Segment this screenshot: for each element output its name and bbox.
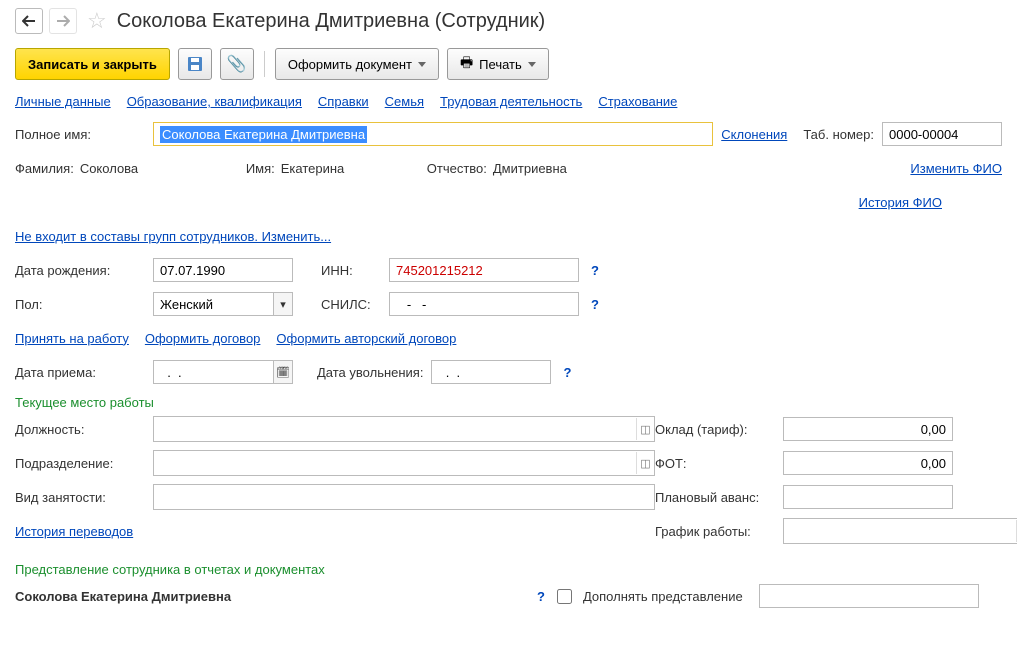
tab-number-label: Таб. номер: <box>803 127 874 142</box>
inn-label: ИНН: <box>321 263 381 278</box>
representation-help-icon[interactable]: ? <box>537 589 545 604</box>
chevron-down-icon <box>528 62 536 67</box>
gender-select[interactable]: ▾ <box>153 292 293 316</box>
fire-date-label: Дата увольнения: <box>317 365 423 380</box>
page-title: Соколова Екатерина Дмитриевна (Сотрудник… <box>117 10 546 33</box>
tab-family[interactable]: Семья <box>385 94 424 109</box>
advance-label: Плановый аванс: <box>655 490 775 505</box>
inn-help-icon[interactable]: ? <box>591 263 599 278</box>
fullname-label: Полное имя: <box>15 127 145 142</box>
department-input[interactable] <box>154 451 636 475</box>
hire-link[interactable]: Принять на работу <box>15 331 129 346</box>
save-and-close-button[interactable]: Записать и закрыть <box>15 48 170 80</box>
favorite-star-icon[interactable]: ☆ <box>87 8 107 34</box>
patronymic-label: Отчество: <box>427 161 487 176</box>
create-document-menu[interactable]: Оформить документ <box>275 48 439 80</box>
representation-name: Соколова Екатерина Дмитриевна <box>15 589 525 604</box>
floppy-icon <box>187 56 203 72</box>
declension-link[interactable]: Склонения <box>721 127 787 142</box>
attachment-button[interactable]: 📎 <box>220 48 254 80</box>
toolbar-separator <box>264 51 265 77</box>
current-work-section-title: Текущее место работы <box>15 395 1002 410</box>
open-icon[interactable]: ◫ <box>636 452 654 474</box>
fio-history-link[interactable]: История ФИО <box>859 195 942 210</box>
tab-personal[interactable]: Личные данные <box>15 94 111 109</box>
firstname-value: Екатерина <box>281 161 421 176</box>
print-label: Печать <box>479 57 522 72</box>
calendar-icon[interactable]: 🗓 <box>273 360 293 384</box>
chevron-down-icon[interactable]: ▾ <box>273 292 293 316</box>
fot-label: ФОТ: <box>655 456 775 471</box>
extend-representation-label: Дополнять представление <box>583 589 743 604</box>
employment-type-label: Вид занятости: <box>15 490 145 505</box>
birthdate-label: Дата рождения: <box>15 263 145 278</box>
paperclip-icon: 📎 <box>227 54 247 74</box>
surname-label: Фамилия: <box>15 161 74 176</box>
snils-label: СНИЛС: <box>321 297 381 312</box>
schedule-input[interactable] <box>784 519 1016 543</box>
extend-representation-checkbox[interactable] <box>557 589 572 604</box>
author-contract-link[interactable]: Оформить авторский договор <box>276 331 456 346</box>
position-input[interactable] <box>154 417 636 441</box>
firstname-label: Имя: <box>246 161 275 176</box>
fire-date-help-icon[interactable]: ? <box>563 365 571 380</box>
open-icon[interactable]: ◫ <box>636 418 654 440</box>
fullname-value: Соколова Екатерина Дмитриевна <box>160 126 367 143</box>
salary-input[interactable] <box>783 417 953 441</box>
tab-number-input[interactable] <box>882 122 1002 146</box>
salary-label: Оклад (тариф): <box>655 422 775 437</box>
arrow-left-icon <box>22 15 36 27</box>
employment-type-input[interactable] <box>154 485 654 509</box>
contract-link[interactable]: Оформить договор <box>145 331 261 346</box>
position-label: Должность: <box>15 422 145 437</box>
back-button[interactable] <box>15 8 43 34</box>
tab-references[interactable]: Справки <box>318 94 369 109</box>
gender-label: Пол: <box>15 297 145 312</box>
fot-input[interactable] <box>783 451 953 475</box>
fire-date-input[interactable] <box>431 360 551 384</box>
snils-help-icon[interactable]: ? <box>591 297 599 312</box>
create-document-label: Оформить документ <box>288 57 412 72</box>
birthdate-input[interactable] <box>153 258 293 282</box>
surname-value: Соколова <box>80 161 240 176</box>
transfers-history-link[interactable]: История переводов <box>15 524 133 539</box>
tab-education[interactable]: Образование, квалификация <box>127 94 302 109</box>
gender-value[interactable] <box>153 292 273 316</box>
forward-button <box>49 8 77 34</box>
advance-input[interactable] <box>783 485 953 509</box>
inn-input[interactable] <box>389 258 579 282</box>
tab-work-history[interactable]: Трудовая деятельность <box>440 94 582 109</box>
representation-section-title: Представление сотрудника в отчетах и док… <box>15 562 1002 577</box>
schedule-label: График работы: <box>655 524 775 539</box>
arrow-right-icon <box>56 15 70 27</box>
patronymic-value: Дмитриевна <box>493 161 673 176</box>
tab-insurance[interactable]: Страхование <box>598 94 677 109</box>
department-label: Подразделение: <box>15 456 145 471</box>
printer-icon: 🖶 <box>460 52 473 76</box>
snils-input[interactable] <box>389 292 579 316</box>
hire-date-label: Дата приема: <box>15 365 145 380</box>
extend-representation-input[interactable] <box>759 584 979 608</box>
chevron-down-icon <box>418 62 426 67</box>
print-menu[interactable]: 🖶 Печать <box>447 48 549 80</box>
fullname-input[interactable]: Соколова Екатерина Дмитриевна <box>153 122 713 146</box>
employee-groups-link[interactable]: Не входит в составы групп сотрудников. И… <box>15 229 331 244</box>
hire-date-input[interactable]: 🗓 <box>153 360 293 384</box>
save-button[interactable] <box>178 48 212 80</box>
change-fio-link[interactable]: Изменить ФИО <box>910 161 1002 176</box>
